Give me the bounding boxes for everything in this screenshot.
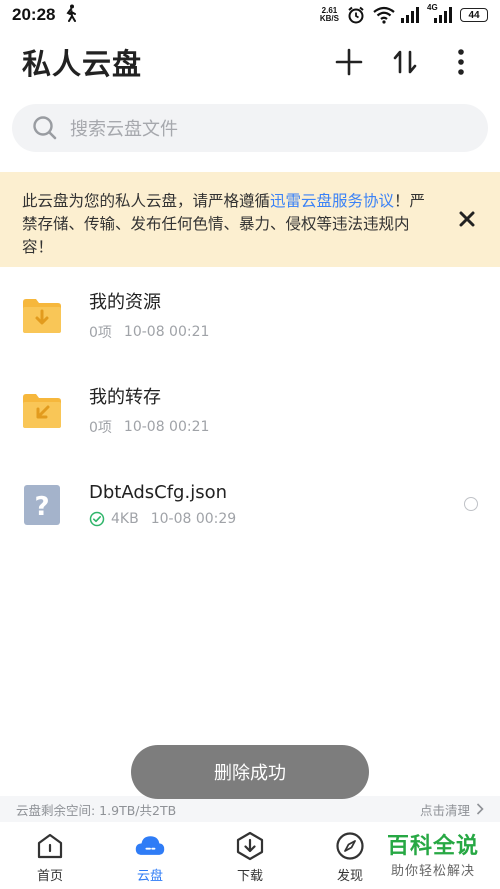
file-row-dbtadscfg[interactable]: ? DbtAdsCfg.json 4KB 10-08 00:29 bbox=[0, 457, 500, 552]
nav-label: 下载 bbox=[236, 869, 263, 884]
sort-icon bbox=[393, 50, 417, 74]
select-radio[interactable] bbox=[464, 497, 478, 511]
notice-banner: 此云盘为您的私人云盘，请严格遵循迅雷云盘服务协议！严禁存储、传输、发布任何色情、… bbox=[0, 172, 500, 267]
folder-download-icon bbox=[20, 293, 64, 337]
file-count: 0项 bbox=[89, 419, 112, 436]
file-size: 4KB bbox=[111, 511, 139, 527]
home-icon bbox=[34, 830, 66, 862]
more-button[interactable] bbox=[444, 45, 478, 79]
nav-download[interactable]: 下载 bbox=[200, 822, 300, 889]
alarm-icon bbox=[346, 6, 366, 24]
nav-home[interactable]: 首页 bbox=[0, 822, 100, 889]
file-name: 我的资源 bbox=[89, 291, 161, 313]
search-icon bbox=[33, 116, 57, 140]
add-button[interactable] bbox=[332, 45, 366, 79]
file-date: 10-08 00:29 bbox=[150, 511, 237, 527]
compass-icon bbox=[334, 830, 366, 862]
status-bar: 20:28 2.61 KB/S 4G 44 bbox=[0, 0, 500, 30]
signal-4g-icon: 4G bbox=[427, 3, 453, 24]
svg-text:?: ? bbox=[34, 492, 49, 522]
notice-text-before: 此云盘为您的私人云盘，请严格遵循 bbox=[22, 192, 271, 210]
watermark-subtitle: 助你轻松解决 bbox=[390, 864, 475, 879]
signal-icon bbox=[400, 6, 420, 24]
nav-label: 发现 bbox=[336, 869, 363, 884]
network-type-label: 4G bbox=[427, 3, 438, 12]
toast-text: 删除成功 bbox=[214, 763, 286, 784]
file-count: 0项 bbox=[89, 324, 112, 341]
clean-button[interactable]: 点击清理 bbox=[420, 800, 484, 819]
check-circle-icon bbox=[89, 511, 105, 527]
nav-label: 首页 bbox=[36, 869, 63, 884]
folder-transfer-icon bbox=[20, 388, 64, 432]
chevron-right-icon bbox=[476, 803, 484, 815]
net-speed-unit: KB/S bbox=[319, 14, 339, 23]
file-meta: 4KB 10-08 00:29 bbox=[89, 511, 236, 527]
file-date: 10-08 00:21 bbox=[123, 323, 210, 340]
file-meta: 0项 10-08 00:21 bbox=[89, 417, 209, 437]
walking-icon bbox=[63, 4, 79, 27]
battery-indicator: 44 bbox=[460, 8, 488, 22]
file-row-my-resources[interactable]: 我的资源 0项 10-08 00:21 bbox=[0, 267, 500, 362]
watermark-title: 百科全说 bbox=[386, 834, 479, 859]
wifi-icon bbox=[373, 6, 395, 24]
cloud-icon bbox=[134, 830, 166, 862]
download-icon bbox=[234, 830, 266, 862]
file-name: 我的转存 bbox=[89, 386, 161, 408]
battery-level: 44 bbox=[468, 9, 480, 21]
page-title: 私人云盘 bbox=[22, 47, 143, 81]
service-agreement-link[interactable]: 迅雷云盘服务协议 bbox=[270, 192, 394, 210]
watermark: 百科全说 助你轻松解决 bbox=[374, 828, 492, 882]
sort-button[interactable] bbox=[388, 45, 422, 79]
close-notice-button[interactable] bbox=[456, 208, 478, 230]
net-speed: 2.61 KB/S bbox=[320, 7, 339, 23]
file-row-my-transfers[interactable]: 我的转存 0项 10-08 00:21 bbox=[0, 362, 500, 457]
storage-bar: 云盘剩余空间: 1.9TB/共2TB 点击清理 bbox=[0, 796, 500, 822]
plus-icon bbox=[335, 48, 363, 76]
clean-label: 点击清理 bbox=[419, 802, 470, 818]
nav-cloud[interactable]: 云盘 bbox=[100, 822, 200, 889]
unknown-file-icon: ? bbox=[20, 483, 64, 527]
search-input[interactable]: 搜索云盘文件 bbox=[12, 104, 488, 152]
storage-info: 云盘剩余空间: 1.9TB/共2TB bbox=[16, 802, 177, 818]
file-meta: 0项 10-08 00:21 bbox=[89, 322, 209, 342]
file-list: 我的资源 0项 10-08 00:21 我的转存 0项 10-08 00:21 … bbox=[0, 267, 500, 552]
search-placeholder: 搜索云盘文件 bbox=[70, 119, 178, 140]
more-vertical-icon bbox=[458, 49, 464, 75]
file-name: DbtAdsCfg.json bbox=[89, 482, 227, 503]
nav-label: 云盘 bbox=[136, 869, 163, 884]
close-icon bbox=[459, 211, 475, 227]
app-header: 私人云盘 bbox=[0, 30, 500, 94]
toast-message: 删除成功 bbox=[131, 745, 369, 799]
file-date: 10-08 00:21 bbox=[123, 418, 210, 435]
status-time: 20:28 bbox=[12, 5, 56, 24]
